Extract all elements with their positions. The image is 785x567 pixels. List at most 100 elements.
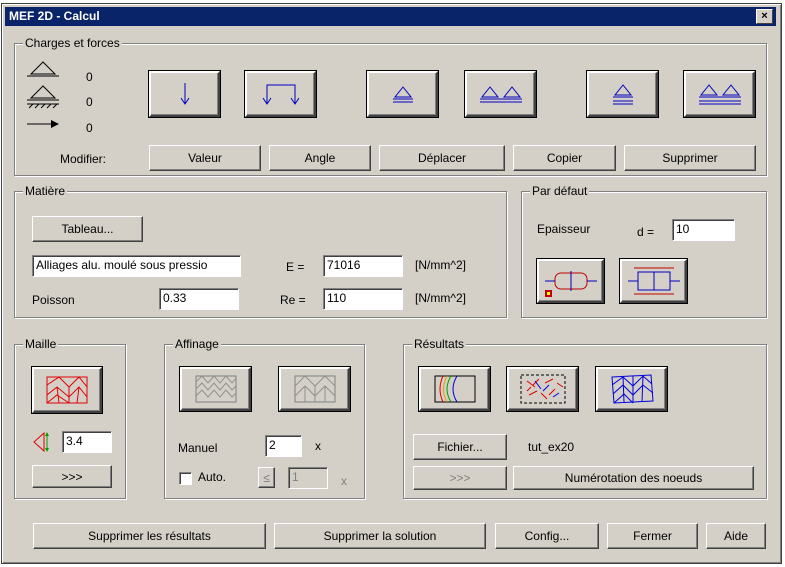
supprimer-resultats-label: Supprimer les résultats <box>88 529 211 543</box>
charges-group-label: Charges et forces <box>23 36 122 50</box>
single-support-icon <box>392 86 413 103</box>
maille-group-label: Maille <box>23 337 59 351</box>
d-label: d = <box>637 225 655 239</box>
mesh-size-field[interactable]: 3.4 <box>62 431 112 453</box>
plane-strain-button[interactable] <box>620 259 687 303</box>
dialog-window: MEF 2D - Calcul × Charges et forces 0 0 … <box>1 3 782 564</box>
valeur-label: Valeur <box>188 151 222 165</box>
maille-more-button[interactable]: >>> <box>32 465 112 488</box>
count-roller: 0 <box>86 95 93 109</box>
poisson-field[interactable]: 0.33 <box>159 288 239 310</box>
manuel-x: x <box>315 439 321 453</box>
angle-button[interactable]: Angle <box>269 145 371 171</box>
charges-group: Charges et forces 0 0 0 Modifier: Valeur… <box>14 36 767 176</box>
fixed-double-support-icon <box>698 84 741 105</box>
config-label: Config... <box>524 529 570 543</box>
arrow-down-icon <box>180 83 189 105</box>
plane-stress-button[interactable] <box>537 259 604 303</box>
resultats-more-label: >>> <box>449 471 471 485</box>
copier-button[interactable]: Copier <box>513 145 616 171</box>
result-file-name: tut_ex20 <box>528 440 575 454</box>
matiere-group: Matière Tableau... Alliages alu. moulé s… <box>14 184 507 318</box>
aide-button[interactable]: Aide <box>706 523 766 549</box>
resultats-group: Résultats Fichier... tut_ex20 >>> Numéro… <box>403 337 767 499</box>
supprimer-button[interactable]: Supprimer <box>624 145 756 171</box>
copier-label: Copier <box>546 151 583 165</box>
manuel-label: Manuel <box>178 441 218 455</box>
supprimer-resultats-button[interactable]: Supprimer les résultats <box>33 523 266 549</box>
fixed-support-button[interactable] <box>587 71 658 117</box>
plane-stress-icon <box>544 271 597 297</box>
angle-label: Angle <box>304 151 336 165</box>
tableau-label: Tableau... <box>61 222 114 236</box>
deplacer-button[interactable]: Déplacer <box>379 145 505 171</box>
e-field[interactable]: 71016 <box>323 255 403 277</box>
valeur-button[interactable]: Valeur <box>149 145 261 171</box>
mesh-size-icon <box>33 431 49 453</box>
re-unit: [N/mm^2] <box>415 291 466 305</box>
deformed-mesh-icon <box>610 374 654 404</box>
count-support: 0 <box>86 70 93 84</box>
auto-field[interactable]: 1 <box>288 467 328 489</box>
refine-zone-icon <box>294 375 335 403</box>
fixed-double-support-button[interactable] <box>684 71 755 117</box>
deplacer-label: Déplacer <box>417 151 467 165</box>
isolines-button[interactable] <box>419 367 490 411</box>
fermer-label: Fermer <box>633 529 672 543</box>
thickness-field[interactable]: 10 <box>672 219 735 241</box>
support-fixed-icon <box>27 61 59 128</box>
fermer-button[interactable]: Fermer <box>607 523 698 549</box>
double-support-button[interactable] <box>465 71 536 117</box>
par-defaut-group-label: Par défaut <box>530 184 590 198</box>
maille-more-label: >>> <box>61 469 83 484</box>
distributed-load-button[interactable] <box>245 71 316 117</box>
title-bar: MEF 2D - Calcul × <box>5 7 776 26</box>
plane-strain-icon <box>627 267 680 295</box>
window-title: MEF 2D - Calcul <box>9 9 100 23</box>
epaisseur-label: Epaisseur <box>537 222 591 236</box>
supprimer-solution-label: Supprimer la solution <box>323 529 437 543</box>
par-defaut-group: Par défaut Epaisseur d = 10 <box>521 184 767 318</box>
config-button[interactable]: Config... <box>495 523 599 549</box>
manuel-field[interactable]: 2 <box>265 435 302 457</box>
supprimer-solution-button[interactable]: Supprimer la solution <box>274 523 486 549</box>
fixed-support-icon <box>612 84 633 105</box>
count-force: 0 <box>86 121 93 135</box>
re-label: Re = <box>280 293 306 307</box>
auto-label: Auto. <box>198 470 227 484</box>
isolines-icon <box>434 375 475 403</box>
tableau-button[interactable]: Tableau... <box>32 216 143 242</box>
supprimer-label: Supprimer <box>662 151 718 165</box>
refine-zone-button[interactable] <box>279 367 350 411</box>
mesh-button[interactable] <box>32 367 102 413</box>
refine-all-button[interactable] <box>180 367 251 411</box>
distributed-load-icon <box>262 84 299 105</box>
poisson-label: Poisson <box>32 293 75 307</box>
point-force-button[interactable] <box>149 71 220 117</box>
resultats-more-button[interactable]: >>> <box>413 466 507 490</box>
stress-vectors-icon <box>520 374 565 404</box>
le-label: ≤ <box>263 470 270 485</box>
auto-checkbox[interactable] <box>179 472 192 485</box>
refine-all-icon <box>195 375 236 403</box>
mesh-icon <box>46 376 88 404</box>
re-field[interactable]: 110 <box>323 288 403 310</box>
aide-label: Aide <box>723 529 749 543</box>
affinage-group-label: Affinage <box>173 337 221 351</box>
auto-x: x <box>341 474 347 488</box>
matiere-group-label: Matière <box>23 184 68 198</box>
modifier-label: Modifier: <box>60 152 107 166</box>
maille-group: Maille 3.4 >>> <box>14 337 126 499</box>
resultats-group-label: Résultats <box>412 337 467 351</box>
fichier-label: Fichier... <box>437 440 483 454</box>
stress-vectors-button[interactable] <box>507 367 578 411</box>
le-button[interactable]: ≤ <box>258 467 275 488</box>
material-field[interactable]: Alliages alu. moulé sous pressio <box>32 255 241 277</box>
deformed-mesh-button[interactable] <box>596 367 667 411</box>
numerotation-button[interactable]: Numérotation des noeuds <box>513 466 754 490</box>
close-button[interactable]: × <box>756 9 773 24</box>
e-label: E = <box>286 260 305 274</box>
single-support-button[interactable] <box>367 71 438 117</box>
fichier-button[interactable]: Fichier... <box>413 434 507 460</box>
e-unit: [N/mm^2] <box>415 258 466 272</box>
